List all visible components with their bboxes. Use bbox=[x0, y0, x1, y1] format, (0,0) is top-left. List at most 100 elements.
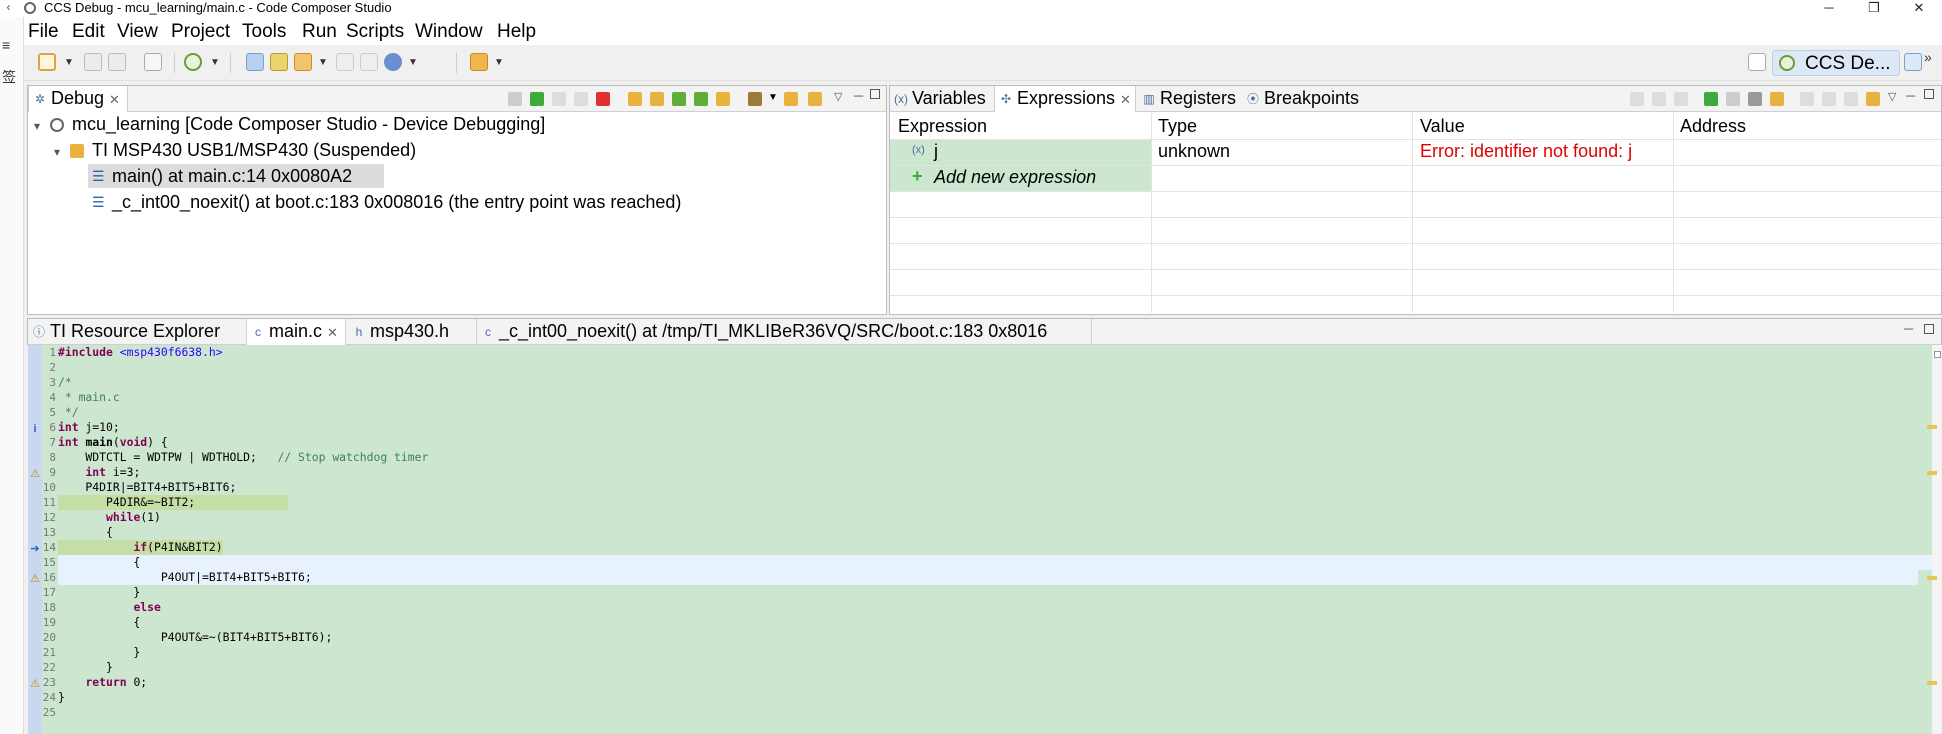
menu-tools[interactable]: Tools bbox=[242, 21, 286, 43]
overflow-chevron-icon[interactable]: » bbox=[1924, 49, 1932, 65]
pin-icon[interactable] bbox=[470, 53, 488, 71]
chevron-down-icon[interactable]: ▼ bbox=[210, 57, 220, 68]
menu-scripts[interactable]: Scripts bbox=[346, 21, 404, 43]
remove-expression-icon[interactable] bbox=[1726, 92, 1740, 106]
assembly-step-over-icon[interactable] bbox=[716, 92, 730, 106]
tab-debug[interactable]: ✲ Debug ✕ bbox=[28, 86, 128, 112]
assembly-step-icon[interactable] bbox=[694, 92, 708, 106]
tab-main-c[interactable]: c main.c ✕ bbox=[246, 319, 346, 345]
menu-file[interactable]: File bbox=[28, 21, 59, 43]
back-arrow-icon[interactable]: ‹ bbox=[0, 0, 17, 17]
tab-variables[interactable]: (x) Variables bbox=[890, 86, 994, 112]
new-icon[interactable] bbox=[38, 53, 56, 71]
suspend-icon[interactable] bbox=[552, 92, 566, 106]
menu-view[interactable]: View bbox=[117, 21, 158, 43]
warning-marker-icon[interactable]: ⚠ bbox=[30, 678, 40, 690]
perspective-ccs-debug[interactable]: CCS De... bbox=[1772, 50, 1900, 76]
tree-item-target[interactable]: TI MSP430 USB1/MSP430 (Suspended) bbox=[92, 138, 416, 162]
menu-help[interactable]: Help bbox=[497, 21, 536, 43]
load-program-icon[interactable] bbox=[294, 53, 312, 71]
warning-marker-icon[interactable]: ⚠ bbox=[30, 468, 40, 480]
chevron-down-icon[interactable]: ▼ bbox=[318, 57, 328, 68]
tab-breakpoints[interactable]: ⦿ Breakpoints bbox=[1242, 86, 1362, 112]
select-all-icon[interactable] bbox=[1674, 92, 1688, 106]
sign-glyph-icon[interactable]: 签 bbox=[2, 67, 16, 87]
close-icon[interactable]: ✕ bbox=[109, 92, 120, 107]
close-icon[interactable]: ✕ bbox=[327, 325, 338, 340]
watchpoint-icon[interactable] bbox=[360, 53, 378, 71]
column-header-value[interactable]: Value bbox=[1420, 116, 1465, 137]
tree-item-launch[interactable]: mcu_learning [Code Composer Studio - Dev… bbox=[72, 112, 545, 136]
maximize-view-icon[interactable] bbox=[1924, 324, 1934, 334]
continuous-refresh-icon[interactable] bbox=[1866, 92, 1880, 106]
tab-registers[interactable]: ▥ Registers bbox=[1138, 86, 1242, 112]
expand-arrow-icon[interactable]: ▾ bbox=[54, 145, 60, 159]
view-menu-icon[interactable]: ▽ bbox=[1888, 90, 1896, 103]
chevron-down-icon[interactable]: ▼ bbox=[494, 57, 504, 68]
edit-perspective-icon[interactable] bbox=[1904, 53, 1922, 71]
expand-arrow-icon[interactable]: ▾ bbox=[34, 119, 40, 133]
view-menu-icon[interactable]: ▽ bbox=[834, 90, 842, 103]
breakpoint-icon[interactable] bbox=[336, 53, 354, 71]
chevron-down-icon[interactable]: ▼ bbox=[408, 57, 418, 68]
show-type-icon[interactable] bbox=[1630, 92, 1644, 106]
console-icon[interactable] bbox=[144, 53, 162, 71]
step-into-icon[interactable] bbox=[628, 92, 642, 106]
refresh-icon[interactable] bbox=[1770, 92, 1784, 106]
menu-lines-icon[interactable]: ≡ bbox=[2, 37, 10, 53]
disconnect-icon[interactable] bbox=[574, 92, 588, 106]
expression-icon[interactable] bbox=[384, 53, 402, 71]
collapse-all-icon[interactable] bbox=[1652, 92, 1666, 106]
memory-icon[interactable] bbox=[270, 53, 288, 71]
info-marker-icon[interactable]: i bbox=[30, 423, 40, 435]
debug-icon[interactable] bbox=[184, 53, 202, 71]
export-icon[interactable] bbox=[1822, 92, 1836, 106]
overview-ruler[interactable] bbox=[1932, 345, 1942, 734]
step-return-icon[interactable] bbox=[672, 92, 686, 106]
column-header-address[interactable]: Address bbox=[1680, 116, 1746, 137]
menu-run[interactable]: Run bbox=[302, 21, 337, 43]
save-icon[interactable] bbox=[84, 53, 102, 71]
maximize-view-icon[interactable] bbox=[870, 89, 880, 99]
restart-icon[interactable] bbox=[784, 92, 798, 106]
add-new-expression[interactable]: Add new expression bbox=[934, 167, 1096, 188]
maximize-button[interactable]: ❐ bbox=[1851, 0, 1897, 17]
overview-marker[interactable] bbox=[1927, 681, 1937, 685]
step-over-icon[interactable] bbox=[650, 92, 664, 106]
menu-window[interactable]: Window bbox=[415, 21, 483, 43]
menu-project[interactable]: Project bbox=[171, 21, 230, 43]
reset-icon[interactable] bbox=[748, 92, 762, 106]
expression-name[interactable]: j bbox=[934, 141, 938, 162]
minimize-view-icon[interactable]: ─ bbox=[1906, 88, 1915, 103]
tab-resource-explorer[interactable]: ⓘ TI Resource Explorer bbox=[28, 319, 246, 345]
add-expression-icon[interactable] bbox=[1704, 92, 1718, 106]
remove-terminated-icon[interactable] bbox=[508, 92, 522, 106]
terminate-icon[interactable] bbox=[596, 92, 610, 106]
menu-edit[interactable]: Edit bbox=[72, 21, 105, 43]
minimize-button[interactable]: ─ bbox=[1806, 0, 1852, 17]
overview-marker[interactable] bbox=[1927, 471, 1937, 475]
close-button[interactable]: ✕ bbox=[1896, 0, 1942, 17]
tab-msp430-h[interactable]: h msp430.h bbox=[348, 319, 468, 345]
close-icon[interactable]: ✕ bbox=[1120, 92, 1131, 107]
tab-boot-disassembly[interactable]: c _c_int00_noexit() at /tmp/TI_MKLIBeR36… bbox=[476, 319, 1092, 345]
overview-marker[interactable] bbox=[1927, 425, 1937, 429]
warning-marker-icon[interactable]: ⚠ bbox=[30, 573, 40, 585]
chevron-down-icon[interactable]: ▼ bbox=[768, 92, 778, 103]
tree-item-frame-main[interactable]: main() at main.c:14 0x0080A2 bbox=[112, 164, 352, 188]
maximize-view-icon[interactable] bbox=[1924, 89, 1934, 99]
new-view-icon[interactable] bbox=[1800, 92, 1814, 106]
column-header-expression[interactable]: Expression bbox=[898, 116, 987, 137]
minimize-view-icon[interactable]: ─ bbox=[1904, 321, 1913, 336]
chevron-down-icon[interactable]: ▼ bbox=[64, 57, 74, 68]
overview-marker[interactable] bbox=[1927, 576, 1937, 580]
column-header-type[interactable]: Type bbox=[1158, 116, 1197, 137]
save-all-icon[interactable] bbox=[108, 53, 126, 71]
sync-icon[interactable] bbox=[808, 92, 822, 106]
tab-expressions[interactable]: ✣ Expressions ✕ bbox=[994, 86, 1136, 112]
open-perspective-icon[interactable] bbox=[1748, 53, 1766, 71]
tree-item-frame-boot[interactable]: _c_int00_noexit() at boot.c:183 0x008016… bbox=[112, 190, 681, 214]
minimize-view-icon[interactable]: ─ bbox=[854, 88, 863, 103]
resume-icon[interactable] bbox=[530, 92, 544, 106]
import-icon[interactable] bbox=[1844, 92, 1858, 106]
